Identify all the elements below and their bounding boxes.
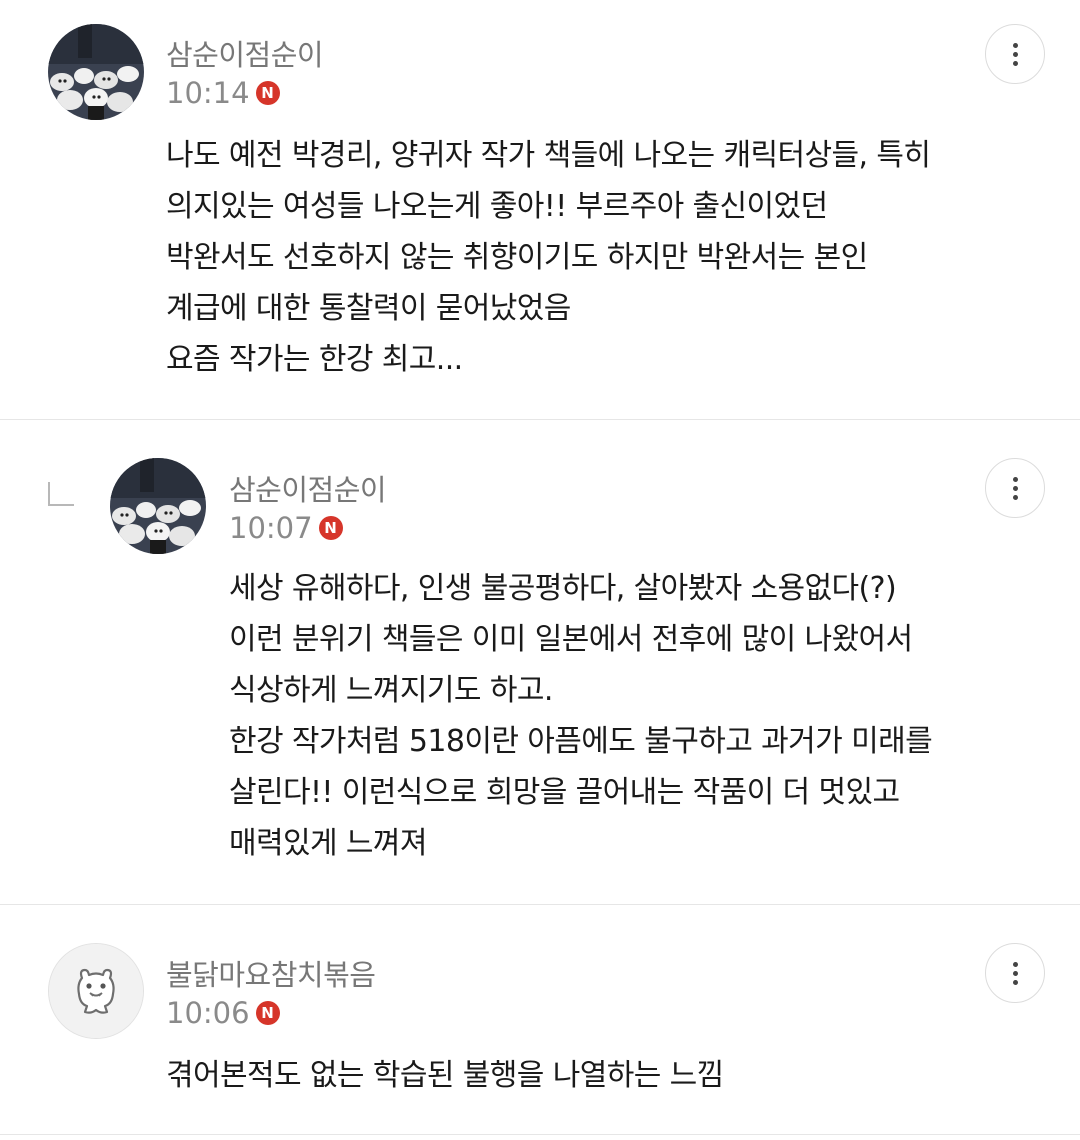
new-badge-icon: N: [255, 1001, 280, 1025]
comment-line: 이런 분위기 책들은 이미 일본에서 전후에 많이 나왔어서: [229, 622, 913, 657]
comment-line: 살린다!! 이런식으로 희망을 끌어내는 작품이 더 멋있고: [229, 775, 900, 810]
comment-line: 의지있는 여성들 나오는게 좋아!! 부르주아 출신이었던: [166, 189, 828, 224]
new-badge-icon: N: [318, 516, 343, 540]
comment-time: 10:14: [166, 76, 250, 110]
comment-line: 식상하게 느껴지기도 하고.: [229, 673, 553, 708]
comment-line: 박완서도 선호하지 않는 취향이기도 하지만 박완서는 본인: [166, 240, 868, 275]
more-options-button[interactable]: [985, 24, 1045, 84]
avatar[interactable]: [48, 24, 144, 120]
comment-line: 요즘 작가는 한강 최고...: [166, 342, 463, 377]
more-options-button[interactable]: [985, 458, 1045, 518]
comment-meta: 10:14 N: [166, 76, 280, 110]
vertical-ellipsis-icon: [1012, 42, 1018, 48]
comment-line: 한강 작가처럼 518이란 아픔에도 불구하고 과거가 미래를: [229, 724, 933, 759]
reply-corner-icon: [48, 482, 74, 506]
comment-divider: [0, 1134, 1080, 1135]
comment-body: 세상 유해하다, 인생 불공평하다, 살아봤자 소용없다(?) 이런 분위기 책…: [229, 563, 933, 869]
comment-line: 매력있게 느껴져: [229, 826, 428, 861]
comment-line: 나도 예전 박경리, 양귀자 작가 책들에 나오는 캐릭터상들, 특히: [166, 138, 931, 173]
more-options-button[interactable]: [985, 943, 1045, 1003]
new-badge-icon: N: [255, 81, 280, 105]
comment-line: 세상 유해하다, 인생 불공평하다, 살아봤자 소용없다(?): [229, 571, 897, 606]
comment-body: 나도 예전 박경리, 양귀자 작가 책들에 나오는 캐릭터상들, 특히 의지있는…: [166, 130, 931, 385]
comment-item: 불닭마요참치볶음 10:06 N 겪어본적도 없는 학습된 불행을 나열하는 느…: [0, 905, 1080, 1140]
comment-author[interactable]: 삼순이점순이: [166, 32, 324, 74]
comment-body: 겪어본적도 없는 학습된 불행을 나열하는 느낌: [166, 1050, 724, 1101]
vertical-ellipsis-icon: [1012, 961, 1018, 967]
comment-line: 계급에 대한 통찰력이 묻어났었음: [166, 291, 571, 326]
vertical-ellipsis-icon: [1012, 476, 1018, 482]
avatar[interactable]: [110, 458, 206, 554]
avatar[interactable]: [48, 943, 144, 1039]
comment-line: 겪어본적도 없는 학습된 불행을 나열하는 느낌: [166, 1058, 724, 1093]
comment-meta: 10:07 N: [229, 511, 343, 545]
comment-author[interactable]: 불닭마요참치볶음: [166, 952, 376, 994]
comment-time: 10:06: [166, 996, 250, 1030]
comment-meta: 10:06 N: [166, 996, 280, 1030]
comment-time: 10:07: [229, 511, 313, 545]
comment-author[interactable]: 삼순이점순이: [229, 467, 387, 509]
comment-item: 삼순이점순이 10:14 N 나도 예전 박경리, 양귀자 작가 책들에 나오는…: [0, 0, 1080, 420]
reply-comment-item: 삼순이점순이 10:07 N 세상 유해하다, 인생 불공평하다, 살아봤자 소…: [0, 420, 1080, 905]
